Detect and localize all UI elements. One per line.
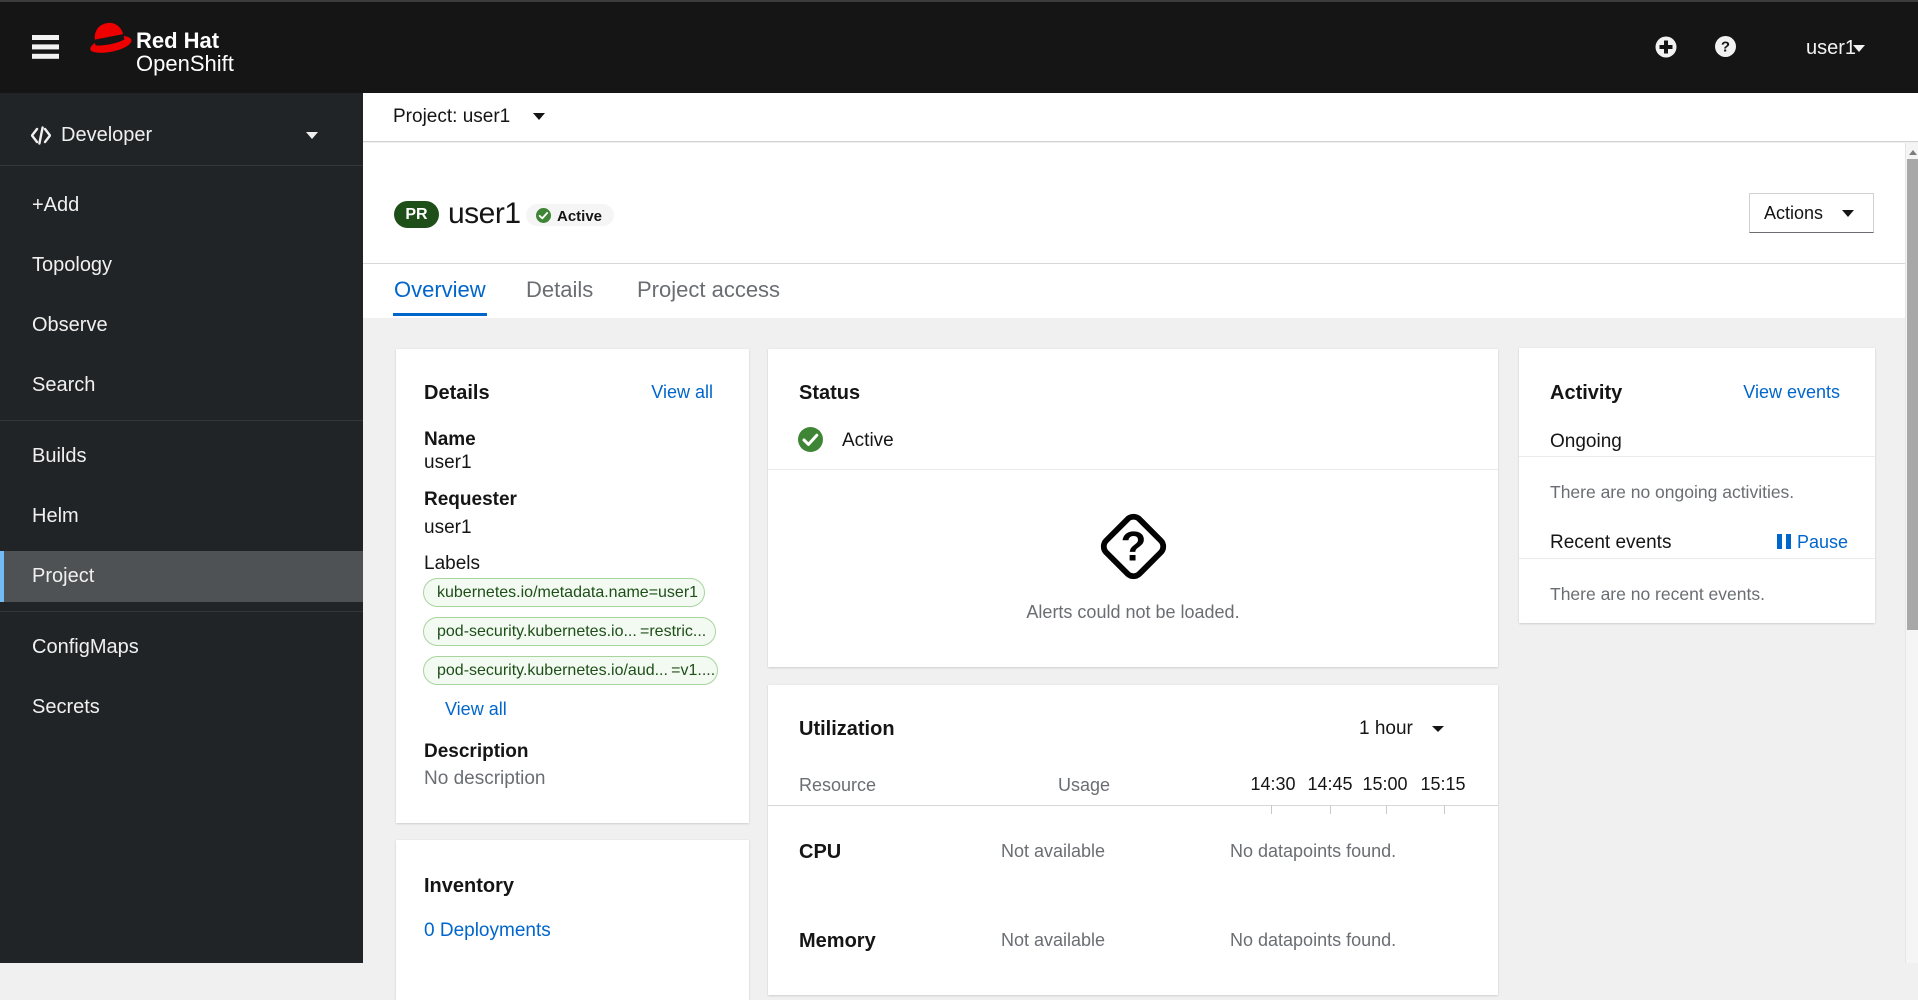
svg-text:?: ? — [1721, 39, 1730, 56]
svg-text:?: ? — [1121, 523, 1147, 570]
